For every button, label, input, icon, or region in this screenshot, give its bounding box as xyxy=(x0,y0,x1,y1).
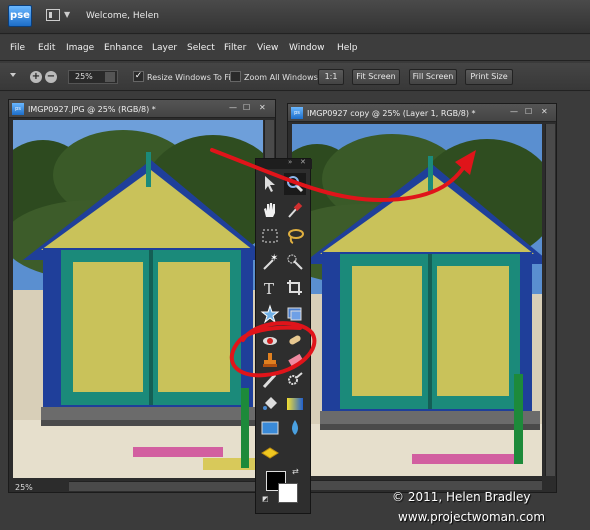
menu-file[interactable]: File xyxy=(10,43,25,53)
menu-help[interactable]: Help xyxy=(337,43,358,53)
vertical-scrollbar[interactable] xyxy=(545,124,555,476)
menu-enhance[interactable]: Enhance xyxy=(104,43,143,53)
maximize-icon[interactable]: ☐ xyxy=(525,107,532,116)
pse-document-icon: ps xyxy=(12,103,24,115)
zoom-status: 25% xyxy=(15,483,33,492)
document-canvas[interactable] xyxy=(13,120,263,478)
eraser-tool-icon[interactable] xyxy=(284,349,306,371)
crop-tool-icon[interactable] xyxy=(284,277,306,299)
menu-bar: File Edit Image Enhance Layer Select Fil… xyxy=(0,35,590,61)
window-title: Welcome, Helen xyxy=(86,11,159,21)
zoom-in-icon[interactable]: + xyxy=(30,71,42,83)
fill-screen-button[interactable]: Fill Screen xyxy=(409,69,457,85)
copyright-text: © 2011, Helen Bradley xyxy=(392,490,531,504)
eyedropper-tool-icon[interactable] xyxy=(284,199,306,221)
document-window-2[interactable]: ps IMGP0927 copy @ 25% (Layer 1, RGB/8) … xyxy=(287,103,557,493)
menu-select[interactable]: Select xyxy=(187,43,215,53)
quick-selection-tool-icon[interactable] xyxy=(284,251,306,273)
zoom-all-windows-label: Zoom All Windows xyxy=(244,73,318,82)
swap-colors-icon[interactable]: ⇄ xyxy=(292,467,299,476)
hand-tool-icon[interactable] xyxy=(259,199,281,221)
move-tool-icon[interactable] xyxy=(259,173,281,195)
magic-wand-tool-icon[interactable]: ✶ xyxy=(259,251,281,273)
menu-edit[interactable]: Edit xyxy=(38,43,55,53)
minimize-icon[interactable]: — xyxy=(229,103,237,112)
background-color-swatch[interactable] xyxy=(278,483,298,503)
document-title-bar[interactable]: ps IMGP0927 copy @ 25% (Layer 1, RGB/8) … xyxy=(288,104,556,122)
close-icon[interactable]: ✕ xyxy=(541,107,548,116)
document-canvas[interactable] xyxy=(292,124,542,476)
brush-tool-icon[interactable] xyxy=(259,369,281,391)
chevron-down-icon[interactable]: ▼ xyxy=(64,10,70,19)
blur-tool-icon[interactable] xyxy=(284,417,306,439)
clone-stamp-tool-icon[interactable] xyxy=(259,349,281,371)
zoom-level-value: 25% xyxy=(75,72,93,81)
zoom-level-select[interactable]: 25% xyxy=(68,70,118,84)
beach-hut-photo xyxy=(13,120,263,478)
gradient-tool-icon[interactable] xyxy=(284,393,306,415)
cookie-cutter-tool-icon[interactable] xyxy=(259,303,281,325)
default-colors-icon[interactable]: ◩ xyxy=(262,495,269,503)
beach-hut-photo xyxy=(292,124,542,476)
sponge-tool-icon[interactable] xyxy=(259,441,281,463)
tools-panel: » ✕ ✶ T ⇄ ◩ xyxy=(255,158,312,514)
collapse-icon[interactable]: » xyxy=(288,158,292,166)
minimize-icon[interactable]: — xyxy=(510,107,518,116)
actual-pixels-button[interactable]: 1:1 xyxy=(318,69,344,85)
title-bar: pse ▼ Welcome, Helen xyxy=(0,0,590,34)
svg-text:T: T xyxy=(264,280,274,298)
document-name: IMGP0927.JPG @ 25% (RGB/8) * xyxy=(28,105,156,114)
tool-preset-dropdown-icon[interactable] xyxy=(10,73,16,77)
tools-panel-header[interactable]: » ✕ xyxy=(256,158,312,169)
red-eye-tool-icon[interactable] xyxy=(259,329,281,351)
close-icon[interactable]: ✕ xyxy=(259,103,266,112)
zoom-tool-icon[interactable] xyxy=(284,173,306,195)
zoom-out-icon[interactable]: − xyxy=(45,71,57,83)
lasso-tool-icon[interactable] xyxy=(284,225,306,247)
menu-image[interactable]: Image xyxy=(66,43,94,53)
menu-layer[interactable]: Layer xyxy=(152,43,177,53)
horizontal-scrollbar[interactable] xyxy=(292,480,542,490)
marquee-tool-icon[interactable] xyxy=(259,225,281,247)
arrange-documents-icon[interactable] xyxy=(46,9,60,21)
paint-bucket-tool-icon[interactable] xyxy=(259,393,281,415)
spot-healing-tool-icon[interactable] xyxy=(284,329,306,351)
tool-options-bar: + − 25% ✓ Resize Windows To Fit Zoom All… xyxy=(0,63,590,91)
menu-window[interactable]: Window xyxy=(289,43,325,53)
app-logo: pse xyxy=(8,5,32,27)
svg-text:✶: ✶ xyxy=(270,253,278,264)
type-tool-icon[interactable]: T xyxy=(259,277,281,299)
horizontal-scrollbar[interactable] xyxy=(69,481,263,491)
shape-tool-icon[interactable] xyxy=(259,417,281,439)
website-text: www.projectwoman.com xyxy=(398,510,546,524)
document-name: IMGP0927 copy @ 25% (Layer 1, RGB/8) * xyxy=(307,109,476,118)
fit-screen-button[interactable]: Fit Screen xyxy=(352,69,400,85)
smart-brush-tool-icon[interactable] xyxy=(284,369,306,391)
resize-windows-checkbox[interactable]: ✓ xyxy=(133,71,144,82)
chevron-down-icon[interactable] xyxy=(105,72,115,82)
straighten-tool-icon[interactable] xyxy=(284,303,306,325)
print-size-button[interactable]: Print Size xyxy=(465,69,513,85)
close-icon[interactable]: ✕ xyxy=(300,158,306,166)
menu-view[interactable]: View xyxy=(257,43,278,53)
zoom-all-windows-checkbox[interactable] xyxy=(230,71,241,82)
menu-filter[interactable]: Filter xyxy=(224,43,246,53)
document-title-bar[interactable]: ps IMGP0927.JPG @ 25% (RGB/8) * — ☐ ✕ xyxy=(9,100,275,118)
document-window-1[interactable]: ps IMGP0927.JPG @ 25% (RGB/8) * — ☐ ✕ 25… xyxy=(8,99,276,493)
pse-document-icon: ps xyxy=(291,107,303,119)
resize-windows-label: Resize Windows To Fit xyxy=(147,73,234,82)
maximize-icon[interactable]: ☐ xyxy=(243,103,250,112)
